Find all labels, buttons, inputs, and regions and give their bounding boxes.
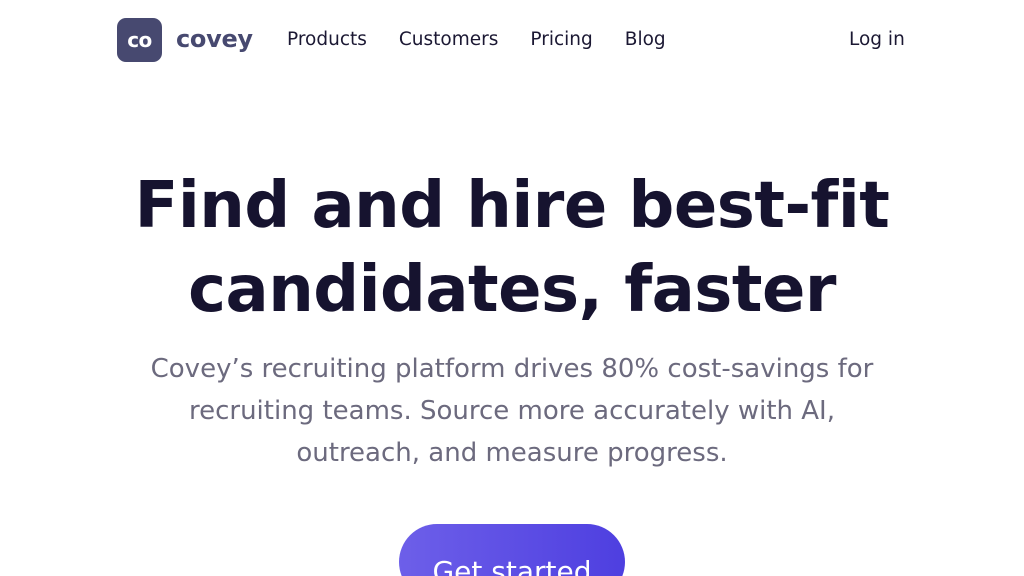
- landing-page: co covey Products Customers Pricing Blog…: [0, 0, 1024, 576]
- logo-wordmark: covey: [176, 25, 253, 53]
- hero-title: Find and hire best-fit candidates, faste…: [0, 164, 1024, 332]
- top-nav: co covey Products Customers Pricing Blog…: [0, 0, 1024, 80]
- nav-link-products[interactable]: Products: [287, 28, 367, 52]
- logo-icon: co: [117, 18, 162, 62]
- hero-subtitle: Covey’s recruiting platform drives 80% c…: [150, 354, 874, 468]
- hero-title-line-2: candidates, faster: [188, 253, 836, 327]
- primary-nav: Products Customers Pricing Blog: [287, 28, 666, 52]
- nav-link-pricing[interactable]: Pricing: [530, 28, 592, 52]
- nav-link-blog[interactable]: Blog: [625, 28, 666, 52]
- login-link[interactable]: Log in: [849, 28, 905, 52]
- get-started-button[interactable]: Get started: [399, 524, 625, 576]
- nav-link-customers[interactable]: Customers: [399, 28, 499, 52]
- logo-link[interactable]: co covey: [117, 18, 253, 62]
- hero-title-line-1: Find and hire best-fit: [134, 169, 890, 243]
